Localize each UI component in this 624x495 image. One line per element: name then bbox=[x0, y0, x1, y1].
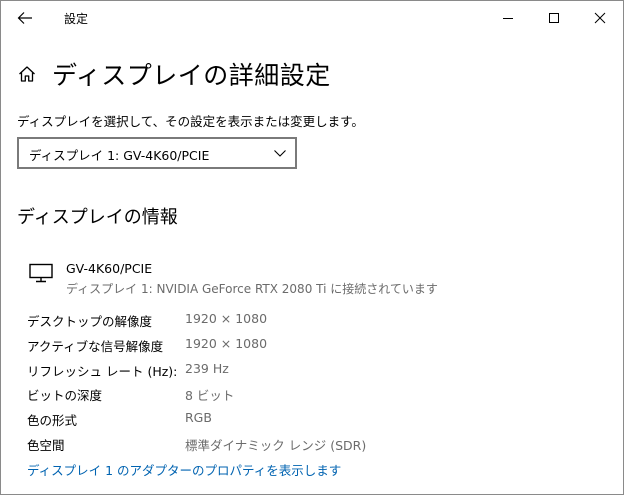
display-select[interactable]: ディスプレイ 1: GV-4K60/PCIE bbox=[17, 137, 297, 169]
info-value: 8 ビット bbox=[185, 388, 235, 403]
info-label: デスクトップの解像度 bbox=[27, 314, 153, 329]
info-value: 標準ダイナミック レンジ (SDR) bbox=[185, 438, 367, 453]
maximize-button[interactable] bbox=[531, 1, 577, 35]
info-label: アクティブな信号解像度 bbox=[27, 339, 164, 354]
minimize-button[interactable] bbox=[485, 1, 531, 35]
display-select-label: ディスプレイを選択して、その設定を表示または変更します。 bbox=[17, 114, 364, 129]
info-value: 1920 × 1080 bbox=[185, 336, 268, 351]
display-info-heading: ディスプレイの情報 bbox=[17, 207, 178, 228]
device-name: GV-4K60/PCIE bbox=[66, 261, 153, 276]
close-icon bbox=[594, 12, 606, 24]
monitor-icon bbox=[29, 263, 53, 283]
info-label: 色の形式 bbox=[27, 413, 78, 428]
info-label: 色空間 bbox=[27, 438, 65, 453]
home-button[interactable] bbox=[17, 63, 39, 85]
close-button[interactable] bbox=[577, 1, 623, 35]
info-label: ビットの深度 bbox=[27, 388, 103, 403]
maximize-icon bbox=[549, 13, 559, 23]
device-connection: ディスプレイ 1: NVIDIA GeForce RTX 2080 Ti に接続… bbox=[66, 282, 438, 296]
adapter-properties-link[interactable]: ディスプレイ 1 のアダプターのプロパティを表示します bbox=[27, 460, 341, 479]
home-icon bbox=[19, 66, 35, 82]
window-title: 設定 bbox=[64, 12, 89, 26]
info-value: 1920 × 1080 bbox=[185, 311, 268, 326]
info-label: リフレッシュ レート (Hz): bbox=[27, 364, 178, 379]
page-header: ディスプレイの詳細設定 bbox=[17, 57, 331, 91]
page-title: ディスプレイの詳細設定 bbox=[52, 61, 331, 90]
info-value: RGB bbox=[185, 410, 212, 425]
back-arrow-icon bbox=[17, 12, 32, 24]
title-bar: 設定 bbox=[1, 1, 623, 35]
minimize-icon bbox=[503, 18, 513, 19]
chevron-down-icon bbox=[274, 150, 286, 157]
display-select-value: ディスプレイ 1: GV-4K60/PCIE bbox=[29, 148, 210, 163]
info-value: 239 Hz bbox=[185, 361, 229, 376]
back-button[interactable] bbox=[5, 1, 45, 35]
settings-window: 設定 ディスプレイの詳細設定 ディスプレイを選択して、その設定を表示または変更し… bbox=[0, 0, 624, 495]
